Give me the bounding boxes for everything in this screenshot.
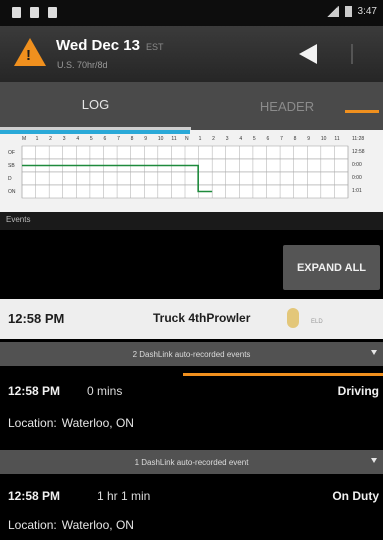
truck-sub: ELD <box>311 319 323 325</box>
timezone: EST <box>145 42 164 52</box>
tab-header[interactable]: HEADER <box>191 82 383 130</box>
events-label: Events <box>6 215 31 224</box>
status-bar: 3:47 <box>0 0 383 26</box>
hour-tick-label: 10 <box>321 136 327 142</box>
row-label: OF <box>8 150 15 156</box>
chevron-down-icon <box>371 350 377 355</box>
hour-tick-label: 1 <box>199 136 202 142</box>
event-duration: 1 hr 1 min <box>97 489 151 503</box>
hour-tick-label: 6 <box>104 136 107 142</box>
hour-tick-label: 3 <box>226 136 229 142</box>
status-time: 3:47 <box>357 6 377 17</box>
notification-icon <box>48 7 57 18</box>
hour-tick-label: N <box>185 136 189 142</box>
notification-icon <box>30 7 39 18</box>
hour-tick-label: 5 <box>90 136 93 142</box>
date-text: Wed Dec 13 <box>56 37 140 54</box>
row-total: 11:28 <box>352 136 364 142</box>
event-location-label: Location: <box>8 518 57 532</box>
hour-tick-label: 6 <box>267 136 270 142</box>
hour-tick-label: 8 <box>131 136 134 142</box>
notification-icons <box>12 7 57 18</box>
hour-tick-label: 11 <box>334 136 339 142</box>
hour-tick-label: 8 <box>294 136 297 142</box>
row-total: 0:00 <box>352 175 362 181</box>
truck-time: 12:58 PM <box>8 311 65 326</box>
tab-accent-mark <box>345 110 379 113</box>
hour-tick-label: 9 <box>307 136 310 142</box>
hour-tick-label: 7 <box>117 136 120 142</box>
log-date: Wed Dec 13 EST <box>56 37 163 54</box>
event-time: 12:58 PM <box>8 489 61 503</box>
event-status: Driving <box>337 384 379 398</box>
event-duration: 0 mins <box>87 384 123 398</box>
event-location-value: Waterloo, ON <box>61 416 134 430</box>
ruleset: U.S. 70hr/8d <box>57 60 108 70</box>
hour-tick-label: 3 <box>63 136 66 142</box>
expand-all-button[interactable]: EXPAND ALL <box>283 245 380 290</box>
hour-tick-label: 10 <box>158 136 164 142</box>
event-location-label: Location: <box>8 416 57 430</box>
tab-bar: LOG HEADER <box>0 82 383 130</box>
header-edge <box>351 44 373 64</box>
row-label: SB <box>8 163 15 169</box>
hour-tick-label: 11 <box>171 136 176 142</box>
battery-icon <box>344 6 352 17</box>
auto-recorded-text: 1 DashLink auto-recorded event <box>134 457 249 467</box>
signal-icon <box>326 6 339 17</box>
log-graph-svg: M 1 2 3 4 5 6 7 8 9 10 11 N 1 2 3 4 5 6 7 8 9 10 11 OF SB D ON 11:28… <box>8 136 365 199</box>
hour-tick-label: 4 <box>76 136 79 142</box>
back-arrow-icon[interactable] <box>299 44 317 64</box>
row-label: D <box>8 176 12 182</box>
event-status: On Duty <box>332 489 379 503</box>
tab-indicator <box>0 130 190 134</box>
event-time: 12:58 PM <box>8 384 61 398</box>
row-total: 12:58 <box>352 149 365 155</box>
row-total: 0:00 <box>352 162 362 168</box>
hour-tick-label: 2 <box>49 136 52 142</box>
hour-tick-label: M <box>22 136 26 142</box>
auto-recorded-bar[interactable]: 2 DashLink auto-recorded events <box>0 342 383 366</box>
notification-icon <box>12 7 21 18</box>
event-location: Location: Waterloo, ON <box>8 518 134 532</box>
hour-tick-label: 5 <box>253 136 256 142</box>
auto-recorded-text: 2 DashLink auto-recorded events <box>132 349 251 359</box>
chevron-down-icon <box>371 458 377 463</box>
events-header <box>0 212 383 230</box>
event-location-value: Waterloo, ON <box>61 518 134 532</box>
event-location: Location: Waterloo, ON <box>8 416 134 430</box>
tab-log[interactable]: LOG <box>0 82 191 130</box>
hour-tick-label: 2 <box>212 136 215 142</box>
log-graph[interactable]: M 1 2 3 4 5 6 7 8 9 10 11 N 1 2 3 4 5 6 7 8 9 10 11 OF SB D ON 11:28… <box>0 130 383 212</box>
hour-tick-label: 1 <box>36 136 39 142</box>
orange-divider <box>183 373 383 376</box>
app-header: ! Wed Dec 13 EST U.S. 70hr/8d <box>0 26 383 82</box>
hour-tick-label: 4 <box>239 136 242 142</box>
row-label: ON <box>8 189 16 195</box>
warning-exclamation: ! <box>26 47 31 64</box>
hour-tick-label: 7 <box>280 136 283 142</box>
hour-tick-label: 9 <box>144 136 147 142</box>
eld-device-icon <box>287 308 299 328</box>
auto-recorded-bar[interactable]: 1 DashLink auto-recorded event <box>0 450 383 474</box>
row-total: 1:01 <box>352 188 362 194</box>
truck-row[interactable]: 12:58 PM Truck 4thProwler ELD <box>0 299 383 339</box>
system-icons: 3:47 <box>326 6 377 17</box>
truck-name: Truck 4thProwler <box>153 311 251 325</box>
